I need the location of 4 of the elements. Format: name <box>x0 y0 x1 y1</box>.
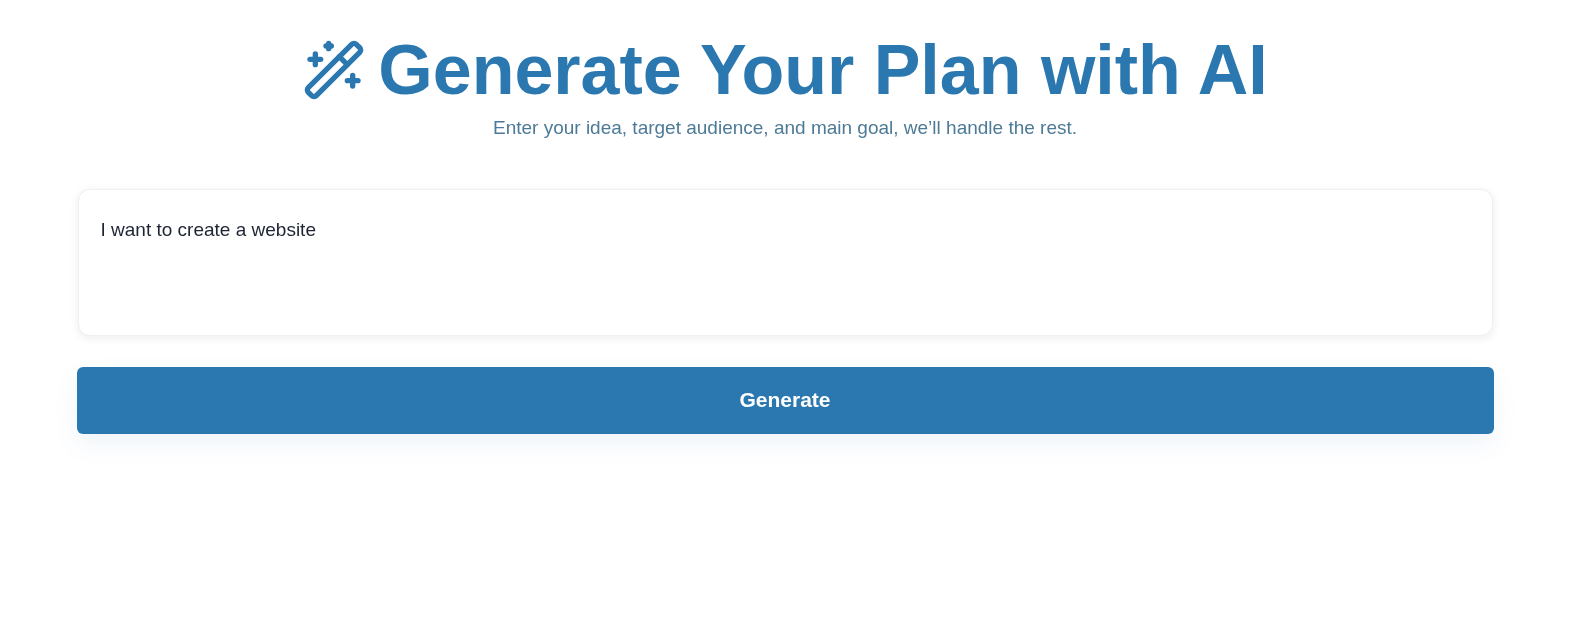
page-title: Generate Your Plan with AI <box>378 30 1268 110</box>
prompt-field[interactable]: I want to create a website <box>77 188 1493 336</box>
subtitle: Enter your idea, target audience, and main goal, we’ll handle the rest. <box>492 116 1078 140</box>
generate-button[interactable]: Generate <box>76 366 1494 434</box>
